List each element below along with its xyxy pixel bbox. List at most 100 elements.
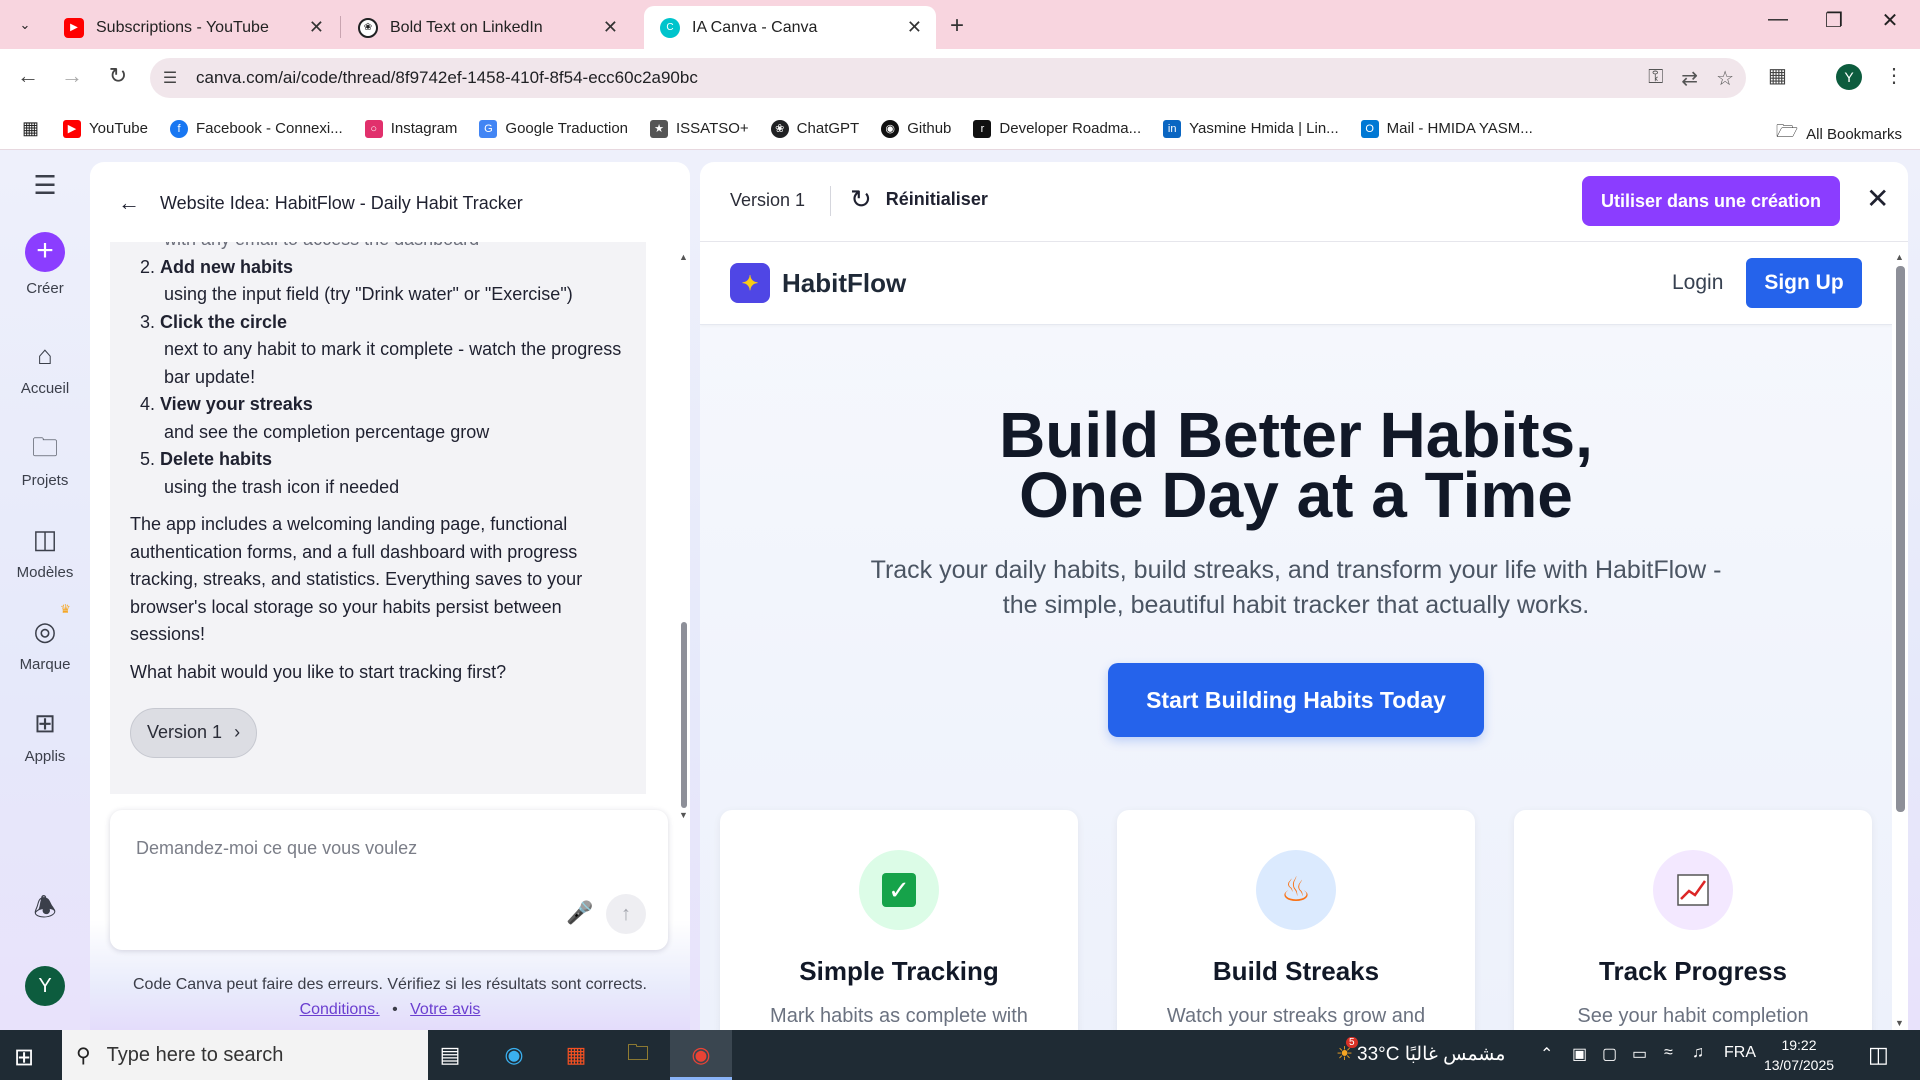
tab-linkedin-bold[interactable]: ❀ Bold Text on LinkedIn ✕ [342,6,632,49]
back-arrow-icon[interactable]: ← [118,190,140,216]
windows-start-button[interactable]: ⊞ [14,1043,34,1072]
notification-center-icon[interactable]: ◫ [1868,1042,1889,1068]
chrome-app[interactable]: ◉ [681,1038,721,1072]
create-button[interactable]: + Créer [0,232,90,297]
microphone-icon[interactable]: 🎤 [566,900,593,926]
bookmark-youtube[interactable]: ▶ YouTube [63,119,148,138]
apps-grid-icon[interactable]: ▦ [22,118,39,139]
close-icon[interactable]: ✕ [907,17,922,38]
feedback-link[interactable]: Votre avis [410,1001,480,1018]
prompt-input[interactable] [136,838,596,859]
scroll-down-icon[interactable]: ▼ [679,810,688,820]
outlook-icon: O [1360,119,1379,138]
language-indicator[interactable]: FRA [1724,1044,1756,1062]
bookmark-facebook[interactable]: f Facebook - Connexi... [169,119,343,138]
bookmark-chatgpt[interactable]: ❀ ChatGPT [770,119,859,138]
use-in-design-button[interactable]: Utiliser dans une création [1582,176,1840,226]
arrow-up-icon: ↑ [621,902,631,925]
bookmark-instagram[interactable]: ○ Instagram [364,119,457,138]
scroll-down-icon[interactable]: ▼ [1895,1018,1904,1028]
bookmark-github[interactable]: ◉ Github [881,119,951,138]
conditions-link[interactable]: Conditions. [300,1001,380,1018]
hamburger-menu-button[interactable]: ☰ [0,168,90,210]
clock[interactable]: 19:22 13/07/2025 [1754,1035,1844,1075]
sidebar-item-applis[interactable]: ⊞ Applis [0,706,90,765]
star-icon[interactable]: ☆ [1716,66,1734,91]
store-app[interactable]: ▦ [556,1038,596,1072]
bookmark-google-translate[interactable]: G Google Traduction [479,119,628,138]
tab-search-button[interactable]: ⌄ [10,12,40,38]
password-key-icon[interactable]: ⚿ [1648,66,1663,91]
chat-messages[interactable]: with any email to access the dashboard A… [110,242,646,794]
scrollbar-thumb[interactable] [1896,266,1905,812]
extensions-button[interactable]: ▦ [1768,63,1787,88]
sidebar-item-projets[interactable]: 🗀 Projets [0,430,90,489]
bookmark-roadmap[interactable]: r Developer Roadma... [973,119,1141,138]
signup-button[interactable]: Sign Up [1746,258,1862,308]
canva-app: ☰ + Créer ⌂ Accueil 🗀 Projets ◫ Modèles ♛ ◎ M… [0,150,1920,1030]
display-icon[interactable]: ▢ [1602,1044,1617,1064]
menu-button[interactable]: ⋮ [1884,63,1904,88]
url-text: canva.com/ai/code/thread/8f9742ef-1458-4… [196,68,698,87]
login-link[interactable]: Login [1672,271,1723,295]
scroll-up-icon[interactable]: ▲ [1895,252,1904,262]
scroll-up-icon[interactable]: ▲ [679,252,688,262]
weather-widget[interactable]: ☀ 5 33°C مشمس غالبًا [1336,1037,1505,1066]
reload-button[interactable]: ↻ [102,63,134,89]
sidebar-item-accueil[interactable]: ⌂ Accueil [0,338,90,397]
arrow-left-icon: ← [17,63,39,88]
forward-button[interactable]: → [56,63,88,89]
preview-scrollbar[interactable]: ▲ ▼ [1894,252,1906,1030]
profile-avatar[interactable]: Y [1836,64,1862,90]
tab-youtube[interactable]: ▶ Subscriptions - YouTube ✕ [48,6,338,49]
canva-icon: C [660,17,680,38]
reset-button[interactable]: ↻ Réinitialiser [850,184,988,215]
all-bookmarks-label: All Bookmarks [1806,125,1902,143]
minimize-button[interactable]: — [1750,8,1806,31]
wifi-icon[interactable]: ≈ [1664,1044,1673,1062]
hamburger-icon: ☰ [33,170,57,200]
start-building-button[interactable]: Start Building Habits Today [1108,663,1484,737]
user-avatar[interactable]: Y [25,966,65,1006]
create-label: Créer [26,280,64,297]
address-bar[interactable]: ☰ canva.com/ai/code/thread/8f9742ef-1458… [150,58,1746,98]
close-window-button[interactable]: ✕ [1862,8,1918,33]
chevron-up-icon[interactable]: ⌃ [1540,1044,1553,1064]
task-view-button[interactable]: ▤ [430,1038,470,1072]
volume-icon[interactable]: ♫ [1692,1044,1704,1062]
sidebar-item-marque[interactable]: ♛ ◎ Marque [0,602,90,673]
sidebar-item-modeles[interactable]: ◫ Modèles [0,522,90,581]
scrollbar-thumb[interactable] [681,622,687,808]
close-icon[interactable]: ✕ [603,17,618,38]
chat-scrollbar[interactable]: ▲ ▼ [679,252,688,820]
step-title: Add new habits [160,256,294,277]
meet-icon[interactable]: ▣ [1572,1044,1587,1064]
back-button[interactable]: ← [12,63,44,89]
new-tab-button[interactable]: + [950,12,964,40]
edge-app[interactable]: ◉ [494,1038,534,1072]
close-preview-button[interactable]: ✕ [1866,182,1889,215]
bookmark-issatso[interactable]: ★ ISSATSO+ [650,119,749,138]
bookmark-linkedin[interactable]: in Yasmine Hmida | Lin... [1163,119,1339,138]
notifications-button[interactable]: 🕭 [0,890,90,932]
site-info-icon[interactable]: ☰ [150,58,190,98]
translate-icon[interactable]: ⇄ [1681,66,1698,91]
site-logo[interactable]: ✦ HabitFlow [730,263,906,303]
send-button[interactable]: ↑ [606,894,646,934]
chat-title: Website Idea: HabitFlow - Daily Habit Tr… [160,192,523,213]
reset-label: Réinitialiser [885,189,988,209]
close-icon[interactable]: ✕ [309,17,324,38]
templates-icon: ◫ [32,524,58,554]
chrome-icon: ◉ [691,1042,711,1067]
file-explorer-app[interactable]: 🗀 [618,1038,658,1072]
version-button[interactable]: Version 1 › [130,708,258,758]
windows-icon: ⊞ [14,1044,35,1071]
chart-icon [1653,850,1733,930]
bookmark-outlook[interactable]: O Mail - HMIDA YASM... [1360,119,1533,138]
taskbar-search[interactable]: ⚲ Type here to search [62,1030,428,1080]
tab-title: IA Canva - Canva [692,18,818,36]
tab-canva[interactable]: C IA Canva - Canva ✕ [644,6,936,49]
restore-button[interactable]: ❐ [1806,8,1862,33]
all-bookmarks[interactable]: 🗁 All Bookmarks [1776,119,1902,149]
battery-icon[interactable]: ▭ [1632,1044,1647,1064]
